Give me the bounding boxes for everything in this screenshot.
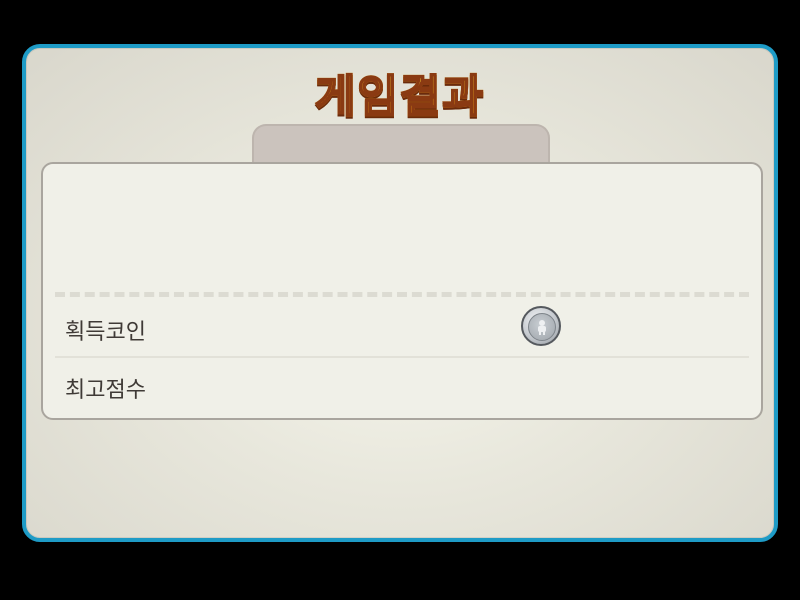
best-score-label: 최고점수 [65,378,146,403]
result-dialog: 게임결과 획득코인 최고점수 [22,44,778,542]
dashed-divider [55,292,749,297]
result-panel: 획득코인 최고점수 [41,162,763,420]
coin-figure-icon [538,320,546,335]
coin-face [528,313,556,341]
best-score-row: 최고점수 [55,358,749,414]
coin-icon [521,306,561,346]
earned-coins-label: 획득코인 [65,320,146,345]
earned-coins-row: 획득코인 [55,300,749,358]
dialog-title: 게임결과 [26,60,774,124]
